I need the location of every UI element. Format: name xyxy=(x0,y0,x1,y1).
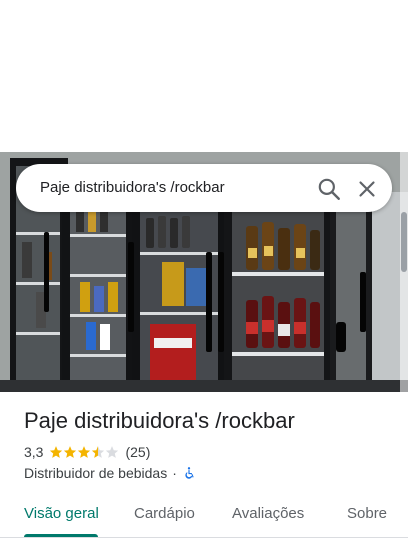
scrollbar[interactable] xyxy=(400,152,408,392)
scrollbar-thumb[interactable] xyxy=(401,212,407,272)
tab-reviews[interactable]: Avaliações xyxy=(232,505,304,522)
star-full-icon xyxy=(64,446,77,458)
tab-overview[interactable]: Visão geral xyxy=(24,505,99,522)
place-tabs: Visão geral Cardápio Avaliações Sobre xyxy=(0,494,408,544)
category-row: Distribuidor de bebidas · xyxy=(24,465,196,481)
rating-stars xyxy=(49,445,119,459)
separator-dot: · xyxy=(172,465,177,481)
wheelchair-icon xyxy=(185,467,194,479)
tabs-divider xyxy=(0,537,408,538)
rating-value: 3,3 xyxy=(24,444,44,460)
tab-menu[interactable]: Cardápio xyxy=(134,505,195,522)
tab-about[interactable]: Sobre xyxy=(347,505,387,522)
review-count[interactable]: (25) xyxy=(125,444,150,460)
close-icon[interactable] xyxy=(354,176,380,202)
star-full-icon xyxy=(50,446,63,458)
star-full-icon xyxy=(78,446,91,458)
search-query-text[interactable]: Paje distribuidora's /rockbar xyxy=(40,179,225,196)
search-box[interactable]: Paje distribuidora's /rockbar xyxy=(16,164,392,212)
search-icon[interactable] xyxy=(316,176,342,202)
star-empty-icon xyxy=(106,446,119,458)
star-half-icon xyxy=(92,446,105,458)
place-title: Paje distribuidora's /rockbar xyxy=(24,408,295,433)
map-blank-area xyxy=(0,0,408,152)
place-category: Distribuidor de bebidas xyxy=(24,465,168,481)
rating-row[interactable]: 3,3 (25) xyxy=(24,444,150,460)
